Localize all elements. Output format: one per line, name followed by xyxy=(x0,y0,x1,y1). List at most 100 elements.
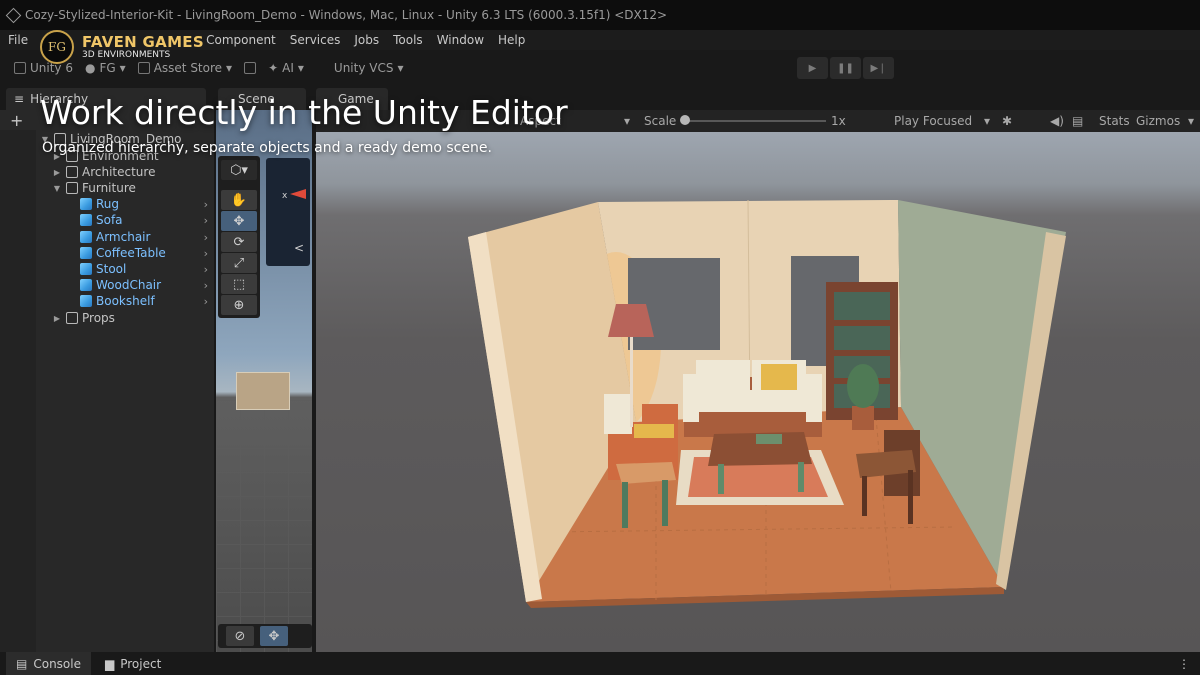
chevron-right-icon[interactable]: › xyxy=(204,279,208,292)
menu-window[interactable]: Window xyxy=(437,33,484,47)
create-button[interactable]: + xyxy=(10,111,23,130)
vcs-dropdown[interactable]: Unity VCS ▾ xyxy=(334,61,404,75)
ai-dropdown[interactable]: ✦ AI ▾ xyxy=(268,61,304,75)
scale-slider-handle[interactable] xyxy=(680,115,690,125)
tree-item-rug[interactable]: Rug › xyxy=(66,196,212,212)
living-room-render xyxy=(468,199,1066,608)
scale-label: Scale xyxy=(644,114,677,128)
svg-text:<: < xyxy=(294,241,304,255)
menu-file[interactable]: File xyxy=(8,33,28,47)
scale-value: 1x xyxy=(831,114,846,128)
bug-icon[interactable]: ✱ xyxy=(1002,114,1012,128)
rect-icon: ⬚ xyxy=(232,276,246,292)
expand-arrow-icon: ▼ xyxy=(53,183,61,193)
compass-icon: ⊘ xyxy=(234,628,246,644)
packages-button[interactable] xyxy=(244,62,257,74)
prefab-icon xyxy=(80,247,92,259)
tree-item-coffeetable[interactable]: CoffeeTable › xyxy=(66,245,212,261)
tree-item-armchair[interactable]: Armchair › xyxy=(66,229,212,245)
play-button[interactable]: ▶ xyxy=(797,57,828,79)
axis-gizmo-icon: x < xyxy=(282,189,306,255)
chevron-right-icon[interactable]: › xyxy=(204,198,208,211)
gizmos-button[interactable]: Gizmos xyxy=(1136,114,1180,128)
console-icon: ▤ xyxy=(16,656,28,671)
stats-button[interactable]: Stats xyxy=(1099,114,1130,128)
scale-icon: ⤢ xyxy=(233,255,245,271)
stats-toggle-icon[interactable]: ▤ xyxy=(1072,114,1083,128)
prefab-icon xyxy=(80,263,92,275)
rotate-tool-button[interactable]: ⟳ xyxy=(221,232,257,252)
tree-item-architecture[interactable]: ▶ Architecture xyxy=(52,164,156,180)
tree-item-furniture[interactable]: ▼ Furniture xyxy=(52,180,136,196)
move-tool-button[interactable]: ✥ xyxy=(221,211,257,231)
chevron-right-icon[interactable]: › xyxy=(204,263,208,276)
rotate-icon: ⟳ xyxy=(233,234,245,250)
rect-tool-button[interactable]: ⬚ xyxy=(221,274,257,294)
menu-services[interactable]: Services xyxy=(290,33,341,47)
prefab-icon xyxy=(80,231,92,243)
scene-room-thumbnail xyxy=(236,372,290,410)
menu-help[interactable]: Help xyxy=(498,33,525,47)
scale-tool-button[interactable]: ⤢ xyxy=(221,253,257,273)
play-focused-dropdown[interactable]: Play Focused xyxy=(894,114,972,128)
promo-headline: Work directly in the Unity Editor xyxy=(40,93,568,132)
pause-icon: ❚❚ xyxy=(837,62,854,74)
tab-project[interactable]: ▆ Project xyxy=(95,652,171,675)
move-snap-button[interactable]: ✥ xyxy=(260,626,288,646)
unity-cube-icon xyxy=(14,62,26,74)
tree-item-bookshelf[interactable]: Bookshelf › xyxy=(66,293,212,309)
list-icon: ≡ xyxy=(14,92,25,106)
transform-tool-button[interactable]: ⊕ xyxy=(221,295,257,315)
promo-subline: Organized hierarchy, separate objects an… xyxy=(42,140,492,156)
tree-item-props[interactable]: ▶ Props xyxy=(52,310,115,326)
gameobject-icon xyxy=(66,182,78,194)
tree-item-sofa[interactable]: Sofa › xyxy=(66,212,212,228)
pause-button[interactable]: ❚❚ xyxy=(830,57,861,79)
chevron-down-icon: ▾ xyxy=(624,114,631,128)
brand-logo: FG FAVEN GAMES 3D ENVIRONMENTS xyxy=(40,30,204,64)
gameobject-icon xyxy=(66,312,78,324)
chevron-right-icon[interactable]: › xyxy=(204,231,208,244)
chevron-down-icon: ▾ xyxy=(397,61,404,75)
chevron-down-icon: ▾ xyxy=(1188,114,1195,128)
step-icon: ▶❘ xyxy=(870,62,887,74)
hand-tool-button[interactable]: ✋ xyxy=(221,190,257,210)
tab-console[interactable]: ▤ Console xyxy=(6,652,91,675)
more-options-icon[interactable]: ⋮ xyxy=(1178,657,1190,671)
view-options-button[interactable]: ⬡▾ xyxy=(221,160,257,180)
brand-name: FAVEN GAMES xyxy=(82,32,204,51)
chevron-right-icon[interactable]: › xyxy=(204,214,208,227)
floor-lamp xyxy=(608,304,654,337)
tree-item-stool[interactable]: Stool › xyxy=(66,261,212,277)
move-icon: ✥ xyxy=(233,213,245,229)
window-title: Cozy-Stylized-Interior-Kit - LivingRoom_… xyxy=(25,8,668,22)
title-bar: Cozy-Stylized-Interior-Kit - LivingRoom_… xyxy=(0,0,1200,30)
prefab-icon xyxy=(80,279,92,291)
tree-item-woodchair[interactable]: WoodChair › xyxy=(66,277,212,293)
scale-slider[interactable] xyxy=(686,120,826,122)
package-icon xyxy=(244,62,257,74)
orientation-gizmo[interactable]: x < xyxy=(266,158,310,266)
cube-icon: ⬡▾ xyxy=(230,162,248,178)
gameobject-icon xyxy=(66,166,78,178)
play-icon: ▶ xyxy=(808,62,817,74)
game-view[interactable] xyxy=(316,132,1200,652)
menu-tools[interactable]: Tools xyxy=(393,33,423,47)
unity-logo-icon xyxy=(5,7,22,23)
audio-icon[interactable]: ◀) xyxy=(1050,114,1064,128)
transform-icon: ⊕ xyxy=(233,297,245,313)
chevron-right-icon[interactable]: › xyxy=(204,247,208,260)
transform-tools: ⬡▾ ✋ ✥ ⟳ ⤢ ⬚ ⊕ xyxy=(218,156,260,318)
hand-icon: ✋ xyxy=(230,192,248,208)
scene-overlay-tools: ⊘ ✥ xyxy=(218,624,312,648)
expand-arrow-icon: ▶ xyxy=(53,167,61,177)
folder-icon: ▆ xyxy=(104,656,115,671)
move-icon: ✥ xyxy=(268,628,280,644)
orbit-tool-button[interactable]: ⊘ xyxy=(226,626,254,646)
bottom-tabs: ▤ Console ▆ Project ⋮ xyxy=(0,652,1200,675)
chevron-right-icon[interactable]: › xyxy=(204,295,208,308)
menu-jobs[interactable]: Jobs xyxy=(354,33,379,47)
chevron-down-icon: ▾ xyxy=(984,114,991,128)
menu-component[interactable]: Component xyxy=(206,33,276,47)
step-button[interactable]: ▶❘ xyxy=(863,57,894,79)
